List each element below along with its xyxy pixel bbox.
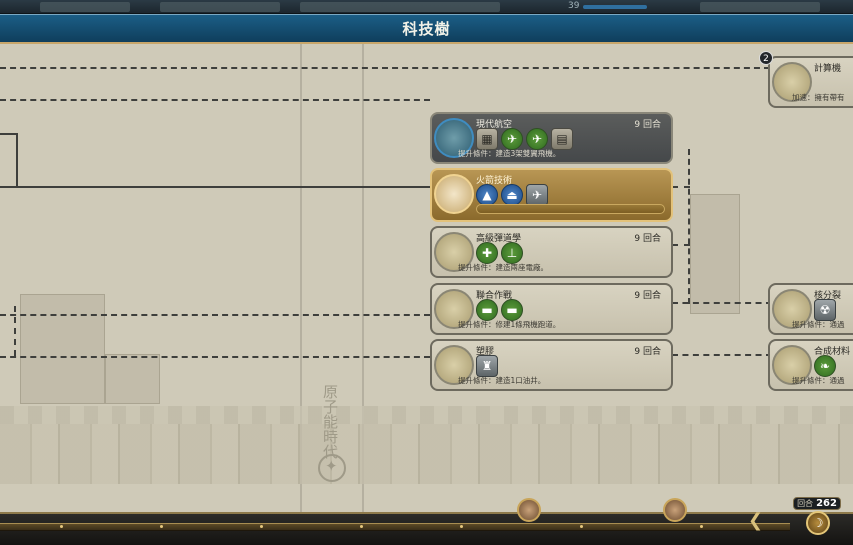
era-label: 原子能時代 [321,384,339,459]
timeline-marker [360,525,363,528]
timeline-track[interactable] [0,523,790,531]
tech-name: 計算機 [814,64,842,74]
tech-turns: 9 回合 [634,234,661,244]
connection-line [0,356,430,358]
timeline-marker [700,525,703,528]
oil-rig-icon[interactable]: ♜ [476,355,498,377]
connection-line [688,149,690,304]
timeline-marker [260,525,263,528]
tech-turns: 9 回合 [634,120,661,130]
strip-decoration [40,2,130,12]
strip-decoration [160,2,280,12]
connection-line [672,354,772,356]
timeline-marker [460,525,463,528]
connection-line [14,306,16,356]
unlock-icons: ❧ [814,355,836,377]
unlock-icons: ▬ ▬ [476,299,523,321]
connection-line [16,133,18,187]
background-building [690,194,740,314]
hangar-icon[interactable]: ▦ [476,128,498,150]
top-status-strip: 39 [0,0,853,14]
compass-icon [318,454,346,482]
turn-label: 回合 [797,499,814,508]
tech-requirement: 提升條件：建造兩座電廠。 [458,263,548,272]
unlock-icons: ▲ ⏏ ✈ [476,184,548,206]
tech-requirement: 提升條件：修建1條飛機跑道。 [458,320,561,329]
chevron-left-icon[interactable]: ❮ [748,511,763,531]
tech-requirement: 提升條件：通過 [792,320,845,329]
unlock-icons: ✚ ⊥ [476,242,523,264]
tech-node-synthetic-materials[interactable]: 合成材料 ❧ 提升條件：通過 [768,339,853,391]
connection-line [0,67,770,69]
strip-decoration [300,2,500,12]
timeline-marker [60,525,63,528]
artillery-icon[interactable]: ✚ [476,242,498,264]
connection-line [672,302,772,304]
leader-portrait-icon[interactable] [517,498,541,522]
turn-number: 262 [816,498,837,509]
connection-line [672,244,690,246]
tech-node-modern-flight[interactable]: 現代航空 9 回合 ▦ ✈ ✈ ▤ 提升條件：建造3架雙翼飛機。 [430,112,673,164]
missile-icon[interactable]: ⏏ [501,184,523,206]
connection-line [0,99,430,101]
tech-node-plastics[interactable]: 塑膠 9 回合 ♜ 提升條件：建造1口油井。 [430,339,673,391]
connection-line [0,314,430,316]
unlock-icons: ♜ [476,355,498,377]
tech-node-nuclear-fission[interactable]: 核分裂 ☢ 提升條件：通過 [768,283,853,335]
tech-requirement: 提升條件：建造3架雙翼飛機。 [458,149,561,158]
machine-gun-icon[interactable]: ⊥ [501,242,523,264]
tech-node-computers[interactable]: 計算機 加速：擁有帶有 [768,56,853,108]
leaf-icon[interactable]: ❧ [814,355,836,377]
timeline-marker [580,525,583,528]
queue-number-badge: 2 [759,51,773,65]
leader-portrait-icon[interactable] [663,498,687,522]
unlock-icons: ☢ [814,299,836,321]
atom-icon[interactable]: ☢ [814,299,836,321]
background-building [20,294,105,404]
fighter-icon[interactable]: ✈ [526,128,548,150]
strip-progress-bar [583,5,647,9]
strip-value: 39 [568,1,580,11]
next-turn-icon[interactable]: ☽ [806,511,830,535]
tech-portrait-icon [434,174,474,214]
tech-requirement: 提升條件：通過 [792,376,845,385]
tech-node-advanced-ballistics[interactable]: 高級彈道學 9 回合 ✚ ⊥ 提升條件：建造兩座電廠。 [430,226,673,278]
page-title: 科技樹 [402,20,451,38]
tech-turns: 9 回合 [634,347,661,357]
rocket-unit-icon[interactable]: ▲ [476,184,498,206]
turn-counter: 回合 262 [793,497,841,510]
background-frieze [0,406,853,424]
title-bar: 科技樹 [0,14,853,44]
tech-turns: 9 回合 [634,291,661,301]
connection-line [0,186,430,188]
tech-tree-canvas[interactable]: 原子能時代 [0,44,853,512]
background-frieze [0,424,853,484]
unlock-icons: ▦ ✈ ✈ ▤ [476,128,573,150]
tech-requirement: 加速：擁有帶有 [792,93,845,102]
warship-icon[interactable]: ▬ [476,299,498,321]
biplane-icon[interactable]: ✈ [501,128,523,150]
jet-icon[interactable]: ✈ [526,184,548,206]
document-icon[interactable]: ▤ [551,128,573,150]
tech-node-rocketry[interactable]: 火箭技術 ▲ ⏏ ✈ [430,168,673,222]
bottom-bar [0,512,853,545]
tech-requirement: 提升條件：建造1口油井。 [458,376,546,385]
submarine-icon[interactable]: ▬ [501,299,523,321]
connection-line [672,186,690,188]
timeline-marker [160,525,163,528]
strip-decoration [700,2,820,12]
research-progress-bar [476,204,665,214]
background-building [105,354,160,404]
tech-node-combined-arms[interactable]: 聯合作戰 9 回合 ▬ ▬ 提升條件：修建1條飛機跑道。 [430,283,673,335]
